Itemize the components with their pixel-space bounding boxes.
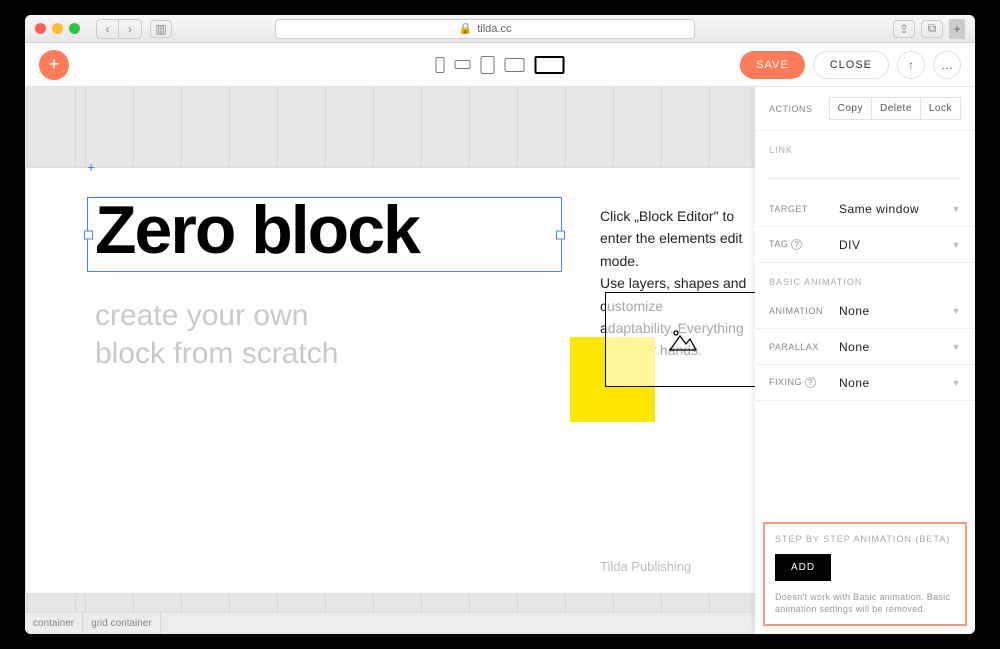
app-area: + SAVE CLOSE ↑ … + Zero block (25, 43, 975, 634)
minimize-window-icon[interactable] (52, 23, 63, 34)
animation-row[interactable]: ANIMATION None ▼ (755, 293, 975, 329)
fixing-value: None (839, 376, 952, 390)
more-button[interactable]: … (933, 51, 961, 79)
lock-icon: 🔒 (459, 22, 473, 35)
device-desktop-icon[interactable] (535, 56, 565, 74)
device-tablet-icon[interactable] (481, 56, 495, 74)
device-tablet-landscape-icon[interactable] (505, 58, 525, 72)
canvas[interactable]: + Zero block create your own block from … (25, 87, 755, 634)
url-text: tilda.cc (477, 23, 511, 35)
link-section-header: LINK (755, 131, 975, 161)
properties-panel: ACTIONS Copy Delete Lock LINK TARGET Sam… (755, 87, 975, 634)
animation-label: ANIMATION (769, 306, 839, 316)
actions-row: ACTIONS Copy Delete Lock (755, 87, 975, 131)
add-element-button[interactable]: + (39, 50, 69, 80)
forward-button[interactable]: › (119, 20, 141, 38)
status-bar: container grid container (25, 612, 755, 634)
share-button[interactable]: ⇪ (893, 20, 915, 38)
help-icon[interactable]: ? (791, 239, 802, 250)
new-tab-button[interactable]: + (949, 19, 965, 39)
basic-animation-header: BASIC ANIMATION (755, 263, 975, 293)
actions-label: ACTIONS (769, 104, 830, 114)
tabs-button[interactable]: ⧉ (921, 20, 943, 38)
address-bar[interactable]: 🔒 tilda.cc (275, 19, 695, 39)
chevron-down-icon: ▼ (952, 306, 961, 316)
device-phone-landscape-icon[interactable] (455, 60, 471, 69)
chevron-down-icon: ▼ (952, 342, 961, 352)
device-phone-icon[interactable] (436, 57, 445, 73)
fixing-label: FIXING? (769, 377, 839, 388)
step-animation-header: STEP BY STEP ANIMATION (BETA) (775, 534, 955, 544)
chevron-down-icon: ▼ (952, 240, 961, 250)
back-button[interactable]: ‹ (97, 20, 119, 38)
parallax-label: PARALLAX (769, 342, 839, 352)
credit-text: Tilda Publishing (600, 559, 691, 574)
tag-label: TAG? (769, 239, 839, 250)
traffic-lights (35, 23, 80, 34)
step-animation-note: Doesn't work with Basic animation. Basic… (775, 591, 955, 616)
status-item[interactable]: container (25, 613, 83, 634)
copy-button[interactable]: Copy (829, 97, 872, 120)
delete-button[interactable]: Delete (871, 97, 921, 120)
tag-value: DIV (839, 238, 952, 252)
status-item[interactable]: grid container (83, 613, 161, 634)
body-line: Click „Block Editor" to enter the elemen… (600, 208, 742, 269)
mountain-icon (668, 328, 698, 352)
parallax-value: None (839, 340, 952, 354)
browser-chrome: ‹ › ▥ 🔒 tilda.cc ⇪ ⧉ + (25, 15, 975, 43)
undo-button[interactable]: ↑ (897, 51, 925, 79)
subheading-line: block from scratch (95, 337, 338, 370)
chevron-down-icon: ▼ (952, 204, 961, 214)
target-row[interactable]: TARGET Same window ▼ (755, 191, 975, 227)
add-step-button[interactable]: ADD (775, 554, 831, 581)
animation-value: None (839, 304, 952, 318)
save-button[interactable]: SAVE (740, 51, 805, 79)
fixing-row[interactable]: FIXING? None ▼ (755, 365, 975, 401)
close-button[interactable]: CLOSE (813, 51, 889, 79)
target-value: Same window (839, 202, 952, 216)
subheading-line: create your own (95, 299, 308, 332)
nav-back-forward: ‹ › (96, 19, 142, 39)
device-switcher (436, 56, 565, 74)
target-label: TARGET (769, 204, 839, 214)
zoom-window-icon[interactable] (69, 23, 80, 34)
help-icon[interactable]: ? (805, 377, 816, 388)
heading-element[interactable]: Zero block (95, 191, 419, 269)
lock-button[interactable]: Lock (920, 97, 961, 120)
parallax-row[interactable]: PARALLAX None ▼ (755, 329, 975, 365)
close-window-icon[interactable] (35, 23, 46, 34)
image-placeholder[interactable] (605, 292, 755, 387)
link-input[interactable] (769, 165, 961, 179)
chevron-down-icon: ▼ (952, 378, 961, 388)
editor-toolbar: + SAVE CLOSE ↑ … (25, 43, 975, 87)
subheading-element[interactable]: create your own block from scratch (95, 297, 338, 372)
tag-row[interactable]: TAG? DIV ▼ (755, 227, 975, 263)
browser-window: ‹ › ▥ 🔒 tilda.cc ⇪ ⧉ + + SAVE (25, 15, 975, 634)
sidebar-button[interactable]: ▥ (150, 20, 172, 38)
selection-origin-icon: + (87, 159, 95, 175)
step-animation-section: STEP BY STEP ANIMATION (BETA) ADD Doesn'… (763, 522, 967, 626)
